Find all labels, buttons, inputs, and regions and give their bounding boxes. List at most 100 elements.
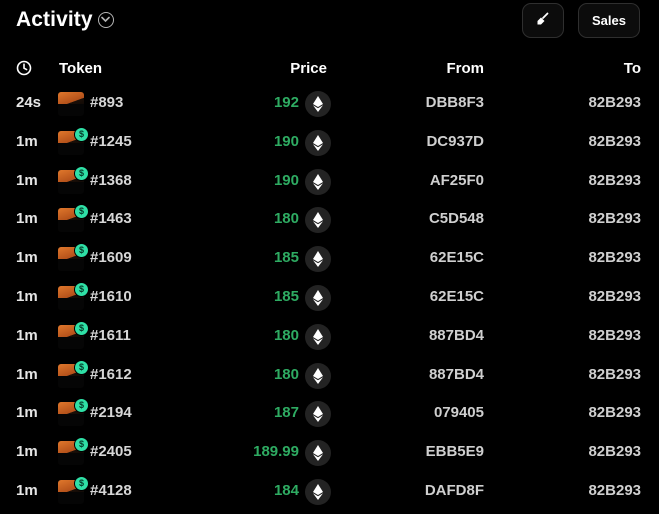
- row-price: 184: [273, 482, 299, 499]
- row-to[interactable]: 82B293: [588, 133, 641, 150]
- dollar-badge-icon: $: [74, 320, 89, 336]
- row-price: 180: [273, 210, 299, 228]
- table-row[interactable]: 1m $ #1609 185 62E15C 82B293: [0, 239, 659, 278]
- table-row[interactable]: 1m $ #1612 180 887BD4 82B293: [0, 356, 659, 395]
- row-from[interactable]: 62E15C: [430, 288, 484, 305]
- row-to[interactable]: 82B293: [588, 443, 641, 460]
- row-time: 1m: [16, 132, 38, 150]
- table-row[interactable]: 1m $ #2405 189.99 EBB5E9 82B293: [0, 433, 659, 472]
- row-token[interactable]: $ #1245: [58, 126, 188, 157]
- table-row[interactable]: 1m $ #1611 180 887BD4 82B293: [0, 317, 659, 356]
- page-title: Activity: [16, 8, 93, 31]
- row-token[interactable]: $ #1368: [58, 165, 188, 196]
- token-thumbnail: [58, 92, 84, 116]
- table-row[interactable]: 1m $ #4128 184 DAFD8F 82B293: [0, 472, 659, 511]
- eth-icon: [305, 440, 331, 467]
- row-time: 1m: [16, 365, 38, 383]
- token-id: #1609: [90, 249, 132, 267]
- dollar-badge-icon: $: [74, 359, 89, 375]
- row-time: 1m: [16, 404, 38, 422]
- row-price: 192: [273, 94, 299, 111]
- table-row[interactable]: 1m $ #1368 190 AF25F0 82B293: [0, 162, 659, 201]
- row-to[interactable]: 82B293: [588, 249, 641, 266]
- activity-header: Activity Sales: [0, 0, 659, 44]
- row-token[interactable]: $ #1463: [58, 204, 188, 234]
- row-from[interactable]: DBB8F3: [426, 94, 484, 111]
- token-id: #1611: [90, 326, 131, 344]
- row-from[interactable]: 079405: [434, 404, 484, 421]
- dollar-badge-icon: $: [74, 243, 89, 259]
- clear-button[interactable]: [522, 3, 564, 38]
- row-price: 190: [273, 132, 299, 150]
- sales-filter-button[interactable]: Sales: [578, 3, 640, 38]
- dollar-badge-icon: $: [74, 165, 89, 181]
- column-header-from: From: [446, 60, 485, 77]
- row-to[interactable]: 82B293: [588, 327, 641, 344]
- row-to[interactable]: 82B293: [588, 210, 641, 227]
- row-price: 180: [273, 326, 299, 344]
- eth-icon: [305, 129, 331, 156]
- row-time: 1m: [16, 171, 38, 189]
- row-time: 24s: [16, 94, 42, 111]
- row-time: 1m: [16, 443, 38, 461]
- row-from[interactable]: DC937D: [426, 133, 484, 150]
- row-price: 189.99: [253, 443, 299, 461]
- row-from[interactable]: 62E15C: [430, 249, 484, 266]
- row-token[interactable]: #893: [58, 90, 188, 118]
- token-id: #1245: [90, 132, 132, 150]
- table-row[interactable]: 1m $ #1245 190 DC937D 82B293: [0, 123, 659, 162]
- row-price: 185: [273, 249, 299, 267]
- eth-icon: [305, 246, 331, 273]
- row-token[interactable]: $ #2194: [58, 398, 188, 428]
- dollar-badge-icon: $: [74, 476, 89, 491]
- column-header-to: To: [623, 60, 641, 77]
- token-id: #893: [90, 94, 124, 111]
- chevron-down-icon[interactable]: [98, 12, 114, 28]
- token-id: #2194: [90, 404, 132, 422]
- row-from[interactable]: C5D548: [429, 210, 484, 227]
- table-row[interactable]: 1m $ #1463 180 C5D548 82B293: [0, 200, 659, 239]
- row-to[interactable]: 82B293: [588, 366, 641, 383]
- row-token[interactable]: $ #2405: [58, 437, 188, 467]
- token-id: #1368: [90, 171, 132, 189]
- row-token[interactable]: $ #4128: [58, 476, 188, 506]
- eth-icon: [305, 168, 331, 195]
- row-token[interactable]: $ #1609: [58, 243, 188, 273]
- row-from[interactable]: 887BD4: [429, 366, 484, 383]
- dollar-badge-icon: $: [74, 126, 89, 142]
- row-time: 1m: [16, 326, 38, 344]
- row-to[interactable]: 82B293: [588, 288, 641, 305]
- dollar-badge-icon: $: [74, 204, 89, 220]
- row-from[interactable]: 887BD4: [429, 327, 484, 344]
- row-to[interactable]: 82B293: [588, 482, 641, 499]
- row-time: 1m: [16, 249, 38, 267]
- row-price: 190: [273, 171, 299, 189]
- table-row[interactable]: 1m $ #1610 185 62E15C 82B293: [0, 278, 659, 317]
- row-to[interactable]: 82B293: [588, 94, 641, 111]
- row-token[interactable]: $ #1612: [58, 359, 188, 390]
- row-to[interactable]: 82B293: [588, 404, 641, 421]
- table-row[interactable]: 1m $ #2194 187 079405 82B293: [0, 394, 659, 433]
- row-token[interactable]: $ #1611: [58, 320, 188, 351]
- row-from[interactable]: DAFD8F: [425, 482, 484, 499]
- eth-icon: [305, 91, 331, 117]
- broom-icon: [536, 12, 550, 29]
- eth-icon: [305, 207, 331, 234]
- row-time: 1m: [16, 210, 38, 228]
- eth-icon: [305, 401, 331, 428]
- row-from[interactable]: EBB5E9: [426, 443, 484, 460]
- row-price: 187: [273, 404, 299, 422]
- token-id: #1610: [90, 288, 132, 305]
- eth-icon: [305, 479, 331, 505]
- token-id: #1463: [90, 210, 132, 228]
- clock-icon: [16, 60, 32, 80]
- table-row[interactable]: 24s #893 192 DBB8F3 82B293: [0, 84, 659, 123]
- row-to[interactable]: 82B293: [588, 172, 641, 189]
- dollar-badge-icon: $: [74, 398, 89, 414]
- eth-icon: [305, 323, 331, 350]
- row-from[interactable]: AF25F0: [430, 172, 484, 189]
- table-header: Token Price From To: [0, 56, 659, 82]
- row-token[interactable]: $ #1610: [58, 282, 188, 312]
- row-price: 180: [273, 365, 299, 383]
- row-price: 185: [273, 288, 299, 305]
